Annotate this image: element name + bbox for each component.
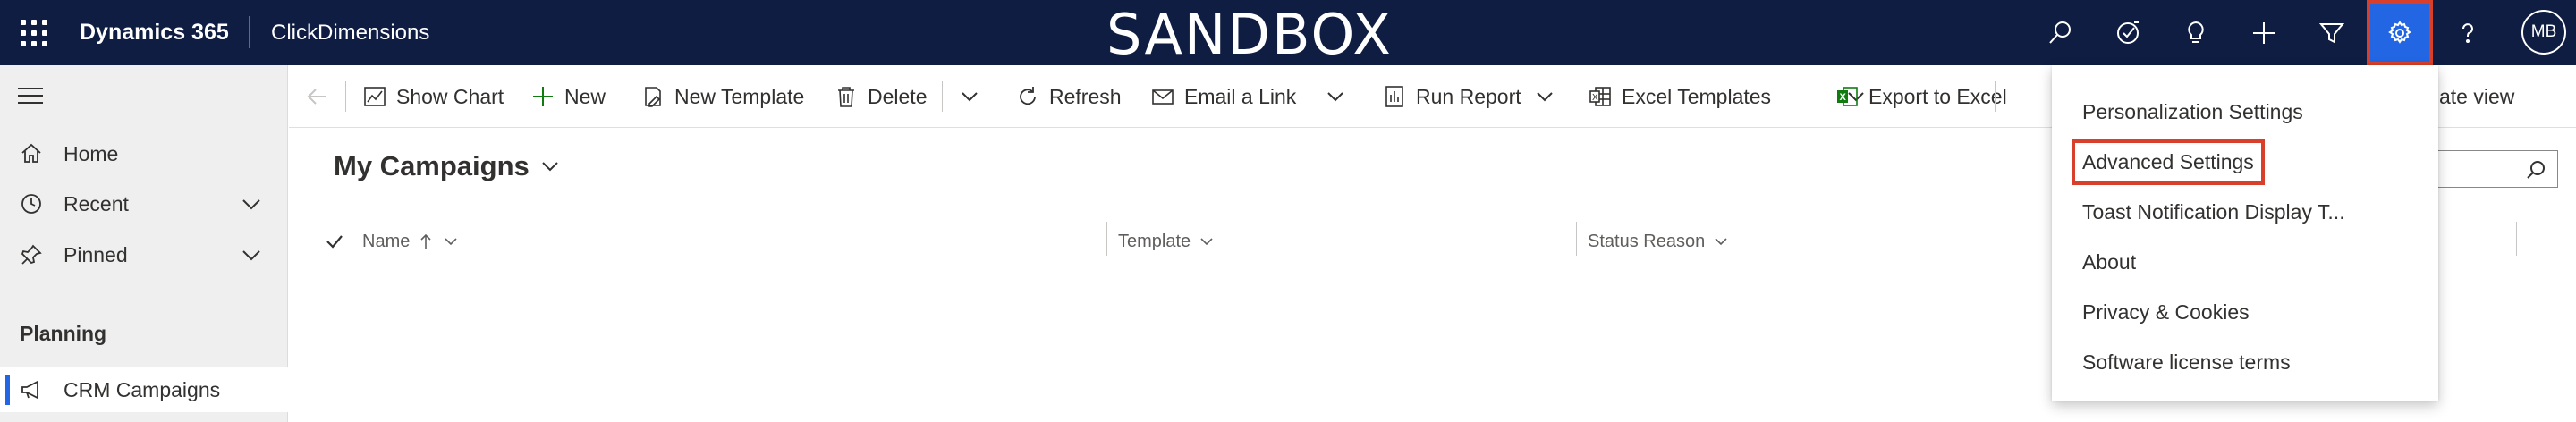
sitemap-sidebar: Home Recent Pinned Planning CRM Campaign… xyxy=(0,65,288,422)
chevron-down-icon xyxy=(1200,238,1213,246)
create-view-button[interactable]: ate view xyxy=(2439,65,2514,128)
report-icon xyxy=(1385,86,1403,107)
clock-icon xyxy=(21,194,41,214)
pin-icon xyxy=(21,244,42,265)
select-all-checkbox[interactable] xyxy=(322,229,347,254)
chart-icon xyxy=(364,87,386,106)
gear-icon[interactable] xyxy=(2367,0,2433,65)
column-header-name[interactable]: Name xyxy=(362,216,460,266)
search-icon[interactable] xyxy=(2525,159,2546,181)
delete-button[interactable]: Delete xyxy=(834,65,927,128)
environment-banner: SANDBOX xyxy=(1106,2,1393,67)
app-launcher-icon[interactable] xyxy=(20,19,47,46)
new-template-button[interactable]: New Template xyxy=(640,65,804,128)
menu-item-about[interactable]: About xyxy=(2052,238,2438,288)
filter-icon[interactable] xyxy=(2299,0,2365,65)
column-divider xyxy=(1576,222,1577,256)
nav-group-title: Planning xyxy=(20,322,107,345)
menu-item-personalization-settings[interactable]: Personalization Settings xyxy=(2052,88,2438,138)
chevron-down-icon xyxy=(445,238,457,246)
export-to-excel-button[interactable]: X Export to Excel xyxy=(1835,65,2007,128)
sidebar-item-label: Recent xyxy=(64,192,129,215)
chevron-down-icon xyxy=(542,162,558,172)
sidebar-item-recent[interactable]: Recent xyxy=(0,181,288,226)
settings-menu: Personalization Settings Advanced Settin… xyxy=(2052,65,2438,401)
home-icon xyxy=(21,143,41,163)
command-divider xyxy=(1995,81,1996,112)
menu-item-advanced-settings[interactable]: Advanced Settings xyxy=(2052,138,2438,188)
email-icon xyxy=(1152,89,1174,105)
svg-text:X: X xyxy=(1840,92,1847,103)
chevron-down-icon xyxy=(1537,92,1553,102)
excel-icon: X xyxy=(1837,87,1858,106)
sort-ascending-icon xyxy=(420,233,431,249)
chevron-down-icon[interactable] xyxy=(240,192,263,215)
menu-item-privacy-cookies[interactable]: Privacy & Cookies xyxy=(2052,288,2438,338)
excel-template-icon: X xyxy=(1589,87,1611,106)
app-name[interactable]: ClickDimensions xyxy=(271,21,429,46)
menu-item-software-license-terms[interactable]: Software license terms xyxy=(2052,338,2438,388)
email-a-link-button[interactable]: Email a Link xyxy=(1150,65,1296,128)
back-button[interactable] xyxy=(305,65,339,128)
sidebar-item-home[interactable]: Home xyxy=(0,131,288,176)
trash-icon xyxy=(838,87,854,107)
avatar[interactable]: MB xyxy=(2521,10,2566,55)
page-title: My Campaigns xyxy=(334,150,530,181)
sidebar-item-label: CRM Campaigns xyxy=(64,378,221,401)
column-header-template[interactable]: Template xyxy=(1118,216,1216,266)
chevron-down-icon xyxy=(1327,92,1343,102)
more-delete-options[interactable] xyxy=(959,65,980,128)
more-email-options[interactable] xyxy=(1325,65,1346,128)
task-icon[interactable] xyxy=(2095,0,2161,65)
hamburger-menu-icon[interactable] xyxy=(18,88,43,107)
help-icon[interactable] xyxy=(2435,0,2501,65)
sidebar-item-pinned[interactable]: Pinned xyxy=(0,232,288,277)
chevron-down-icon xyxy=(1715,238,1727,246)
brand-divider xyxy=(249,16,250,48)
show-chart-button[interactable]: Show Chart xyxy=(362,65,504,128)
top-navigation-bar: Dynamics 365 ClickDimensions SANDBOX MB xyxy=(0,0,2576,67)
chevron-down-icon[interactable] xyxy=(240,243,263,266)
menu-item-toast-notification-display[interactable]: Toast Notification Display T... xyxy=(2052,188,2438,238)
column-header-status-reason[interactable]: Status Reason xyxy=(1588,216,1730,266)
template-icon xyxy=(645,87,661,107)
sidebar-item-label: Home xyxy=(64,142,119,165)
chevron-down-icon xyxy=(962,92,978,102)
command-divider xyxy=(942,81,943,112)
brand-name[interactable]: Dynamics 365 xyxy=(80,20,229,46)
sidebar-item-crm-campaigns[interactable]: CRM Campaigns xyxy=(0,367,288,412)
run-report-button[interactable]: Run Report xyxy=(1382,65,1521,128)
megaphone-icon xyxy=(21,380,38,400)
view-selector[interactable]: My Campaigns xyxy=(334,148,560,184)
excel-templates-button[interactable]: X Excel Templates xyxy=(1588,65,1771,128)
column-divider xyxy=(1106,222,1107,256)
svg-text:X: X xyxy=(1592,93,1598,103)
run-report-dropdown[interactable] xyxy=(1534,65,1555,128)
plus-icon xyxy=(533,87,553,106)
plus-icon[interactable] xyxy=(2231,0,2297,65)
search-icon[interactable] xyxy=(2027,0,2093,65)
refresh-icon xyxy=(1020,87,1036,106)
column-divider xyxy=(2516,222,2517,256)
refresh-button[interactable]: Refresh xyxy=(1015,65,1122,128)
lightbulb-icon[interactable] xyxy=(2163,0,2229,65)
command-divider xyxy=(345,81,346,112)
new-button[interactable]: New xyxy=(530,65,606,128)
sidebar-item-label: Pinned xyxy=(64,243,128,266)
app-window: Dynamics 365 ClickDimensions SANDBOX MB xyxy=(0,0,2576,422)
